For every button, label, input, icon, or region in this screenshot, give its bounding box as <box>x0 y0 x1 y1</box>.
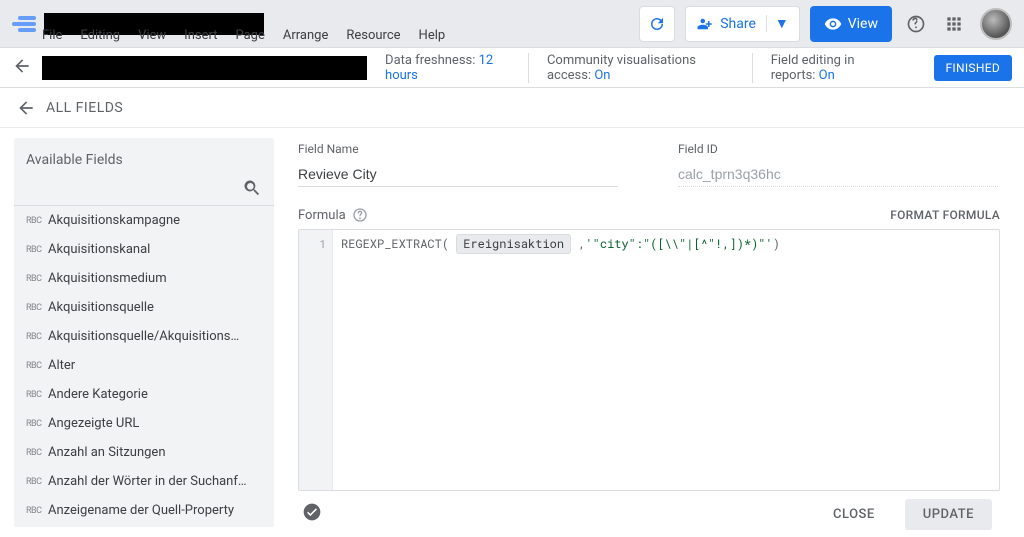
menu-page[interactable]: Page <box>235 28 264 48</box>
share-button[interactable]: Share ▼ <box>685 6 800 42</box>
field-type-icon: RBC <box>26 332 48 342</box>
datasource-status: Data freshness: 12 hours Community visua… <box>367 53 1012 83</box>
menu-arrange[interactable]: Arrange <box>283 28 328 48</box>
field-label: Anzahl der Wörter in der Suchanf… <box>48 474 247 489</box>
main-area: Available Fields RBCAkquisitionskampagne… <box>0 128 1024 537</box>
available-fields-title: Available Fields <box>14 138 274 176</box>
freshness-label: Data freshness: <box>385 53 479 68</box>
field-name-label: Field Name <box>298 142 618 156</box>
valid-check-icon <box>302 502 322 526</box>
list-item[interactable]: RBCAndere Kategorie <box>14 380 274 409</box>
list-item[interactable]: RBCAlter <box>14 351 274 380</box>
editor-footer: CLOSE UPDATE <box>298 491 1000 537</box>
field-type-icon: RBC <box>26 477 48 487</box>
menu-bar: File Editing View Insert Page Arrange Re… <box>42 28 445 48</box>
field-editor: Field Name Field ID Formula FORMAT FORMU… <box>274 128 1024 537</box>
field-label: Anzahl an Sitzungen <box>48 445 166 460</box>
field-editing-label: Field editing in reports: <box>771 53 855 83</box>
menu-file[interactable]: File <box>42 28 62 48</box>
list-item[interactable]: RBCAnzahl an Sitzungen <box>14 438 274 467</box>
field-type-icon: RBC <box>26 448 48 458</box>
field-id-input <box>678 162 998 187</box>
formula-editor[interactable]: 1 REGEXP_EXTRACT( Ereignisaktion ,'"city… <box>298 229 1000 491</box>
format-formula-button[interactable]: FORMAT FORMULA <box>890 208 1000 222</box>
menu-editing[interactable]: Editing <box>80 28 120 48</box>
datasource-name[interactable] <box>42 56 367 80</box>
finished-button[interactable]: FINISHED <box>934 55 1013 81</box>
field-type-icon: RBC <box>26 361 48 371</box>
list-item[interactable]: RBCAkquisitionskanal <box>14 235 274 264</box>
list-item[interactable]: RBCAkquisitionsmedium <box>14 264 274 293</box>
help-icon[interactable] <box>352 207 368 223</box>
field-search[interactable] <box>14 176 274 206</box>
field-type-icon: RBC <box>26 303 48 313</box>
help-icon[interactable] <box>904 12 928 36</box>
list-item[interactable]: RBCAnzahl der Wörter in der Suchanf… <box>14 467 274 496</box>
menu-insert[interactable]: Insert <box>184 28 217 48</box>
field-label: Angezeigte URL <box>48 416 139 431</box>
list-item[interactable]: RBCAkquisitionskampagne <box>14 206 274 235</box>
field-label: Alter <box>48 358 75 373</box>
share-label: Share <box>720 16 756 32</box>
list-item[interactable]: RBCAkquisitionsquelle/Akquisitions… <box>14 322 274 351</box>
menu-view[interactable]: View <box>138 28 166 48</box>
all-fields-header[interactable]: ALL FIELDS <box>0 88 1024 128</box>
user-avatar[interactable] <box>980 8 1012 40</box>
community-vis-link[interactable]: On <box>594 68 610 83</box>
field-label: Akquisitionsmedium <box>48 271 167 286</box>
field-editing-link[interactable]: On <box>819 68 835 83</box>
field-label: Akquisitionskampagne <box>48 213 180 228</box>
back-arrow-icon[interactable] <box>12 56 34 80</box>
field-list: RBCAkquisitionskampagneRBCAkquisitionska… <box>14 206 274 527</box>
menu-help[interactable]: Help <box>419 28 446 48</box>
field-label: Akquisitionsquelle <box>48 300 154 315</box>
field-type-icon: RBC <box>26 274 48 284</box>
field-type-icon: RBC <box>26 390 48 400</box>
refresh-button[interactable] <box>639 6 675 42</box>
field-label: Akquisitionsquelle/Akquisitions… <box>48 329 239 344</box>
back-arrow-icon <box>16 98 36 118</box>
editor-code[interactable]: REGEXP_EXTRACT( Ereignisaktion ,'"city":… <box>333 230 788 490</box>
list-item[interactable]: RBCAngezeigte URL <box>14 409 274 438</box>
close-button[interactable]: CLOSE <box>819 499 889 530</box>
menu-resource[interactable]: Resource <box>346 28 400 48</box>
formula-label: Formula <box>298 208 346 223</box>
list-item[interactable]: RBCAkquisitionsquelle <box>14 293 274 322</box>
update-button[interactable]: UPDATE <box>905 499 992 530</box>
available-fields-panel: Available Fields RBCAkquisitionskampagne… <box>14 138 274 527</box>
datasource-bar: Data freshness: 12 hours Community visua… <box>0 48 1024 88</box>
field-type-icon: RBC <box>26 245 48 255</box>
top-toolbar: File Editing View Insert Page Arrange Re… <box>0 0 1024 48</box>
field-name-input[interactable] <box>298 162 618 187</box>
field-label: Akquisitionskanal <box>48 242 150 257</box>
view-label: View <box>848 16 878 32</box>
search-icon <box>242 178 262 198</box>
share-dropdown-icon[interactable]: ▼ <box>766 15 789 32</box>
datastudio-logo-icon <box>12 12 36 36</box>
field-type-icon: RBC <box>26 506 48 516</box>
list-item[interactable]: RBCAnzeigename der Quell-Property <box>14 496 274 525</box>
all-fields-label: ALL FIELDS <box>46 100 123 116</box>
editor-gutter: 1 <box>299 230 333 490</box>
community-vis-label: Community visualisations access: <box>547 53 696 83</box>
field-id-label: Field ID <box>678 142 998 156</box>
field-label: Anzeigename der Quell-Property <box>48 503 234 518</box>
field-type-icon: RBC <box>26 419 48 429</box>
field-chip[interactable]: Ereignisaktion <box>456 234 571 254</box>
field-type-icon: RBC <box>26 216 48 226</box>
field-label: Andere Kategorie <box>48 387 148 402</box>
view-button[interactable]: View <box>810 6 892 42</box>
apps-icon[interactable] <box>942 12 966 36</box>
